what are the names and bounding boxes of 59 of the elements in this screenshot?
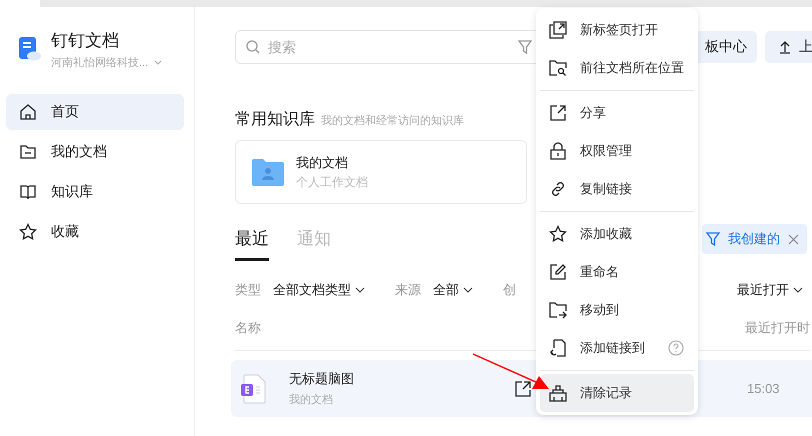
app-title: 钉钉文档 <box>51 30 120 52</box>
search-field[interactable]: 搜索 <box>266 38 512 56</box>
help-icon[interactable] <box>668 340 684 356</box>
folder-arrow-icon <box>549 301 567 319</box>
filter-label: 类型 <box>235 281 261 299</box>
card-title: 我的文档 <box>296 154 349 172</box>
filter-icon <box>706 232 720 246</box>
filter-label: 来源 <box>395 281 421 299</box>
document-location: 我的文档 <box>289 392 334 407</box>
home-icon <box>19 103 37 121</box>
document-title: 无标题脑图 <box>289 370 355 388</box>
column-header: 最近打开时 <box>745 319 810 337</box>
search-icon <box>246 40 260 54</box>
book-icon <box>19 183 37 201</box>
lock-icon <box>549 142 567 160</box>
menu-item[interactable]: 清除记录 <box>540 374 694 412</box>
menu-item[interactable]: 权限管理 <box>540 132 694 170</box>
chevron-down-icon[interactable] <box>154 60 162 64</box>
filter-dropdown[interactable]: 全部 <box>433 281 473 299</box>
column-header: 名称 <box>235 319 261 337</box>
folder-user-icon <box>252 158 284 186</box>
link-icon <box>549 180 567 198</box>
section-subtitle: 我的文档和经常访问的知识库 <box>321 114 464 128</box>
folder-search-icon <box>549 59 567 77</box>
filter-chip[interactable]: 我创建的 <box>702 224 807 254</box>
menu-item[interactable]: 复制链接 <box>540 170 694 208</box>
document-time: 15:03 <box>747 381 780 396</box>
close-icon[interactable] <box>788 234 799 244</box>
sidebar-item[interactable]: 知识库 <box>6 174 184 210</box>
menu-item[interactable]: 移动到 <box>540 291 694 329</box>
star-icon <box>549 225 567 243</box>
sidebar-item[interactable]: 收藏 <box>6 214 184 250</box>
tab[interactable]: 最近 <box>235 227 269 261</box>
new-tab-icon <box>549 21 567 39</box>
chevron-down-icon <box>793 287 803 293</box>
link-file-icon <box>549 339 567 357</box>
section-title: 常用知识库 <box>235 110 315 130</box>
chevron-down-icon <box>355 287 365 293</box>
share-icon <box>549 104 567 122</box>
edit-icon <box>549 263 567 281</box>
menu-item[interactable]: 分享 <box>540 94 694 132</box>
filter-dropdown[interactable]: 全部文档类型 <box>273 281 365 299</box>
upload-icon <box>779 40 791 54</box>
star-icon <box>19 223 37 241</box>
filter-label: 创 <box>503 281 516 299</box>
sidebar-item[interactable]: 我的文档 <box>6 134 184 170</box>
knowledge-card[interactable]: 我的文档 个人工作文档 <box>235 140 527 204</box>
sort-dropdown[interactable]: 最近打开 <box>737 281 803 299</box>
folder-icon <box>19 143 37 161</box>
sidebar-item[interactable]: 首页 <box>6 94 184 130</box>
mindmap-file-icon <box>241 374 267 404</box>
card-description: 个人工作文档 <box>296 174 368 190</box>
share-icon[interactable] <box>515 380 531 396</box>
menu-item[interactable]: 重命名 <box>540 253 694 291</box>
chip-label: 我创建的 <box>728 230 780 248</box>
app-logo-icon <box>19 37 41 61</box>
chevron-down-icon <box>463 287 473 293</box>
filter-icon[interactable] <box>518 40 532 54</box>
menu-item[interactable]: 添加收藏 <box>540 215 694 253</box>
